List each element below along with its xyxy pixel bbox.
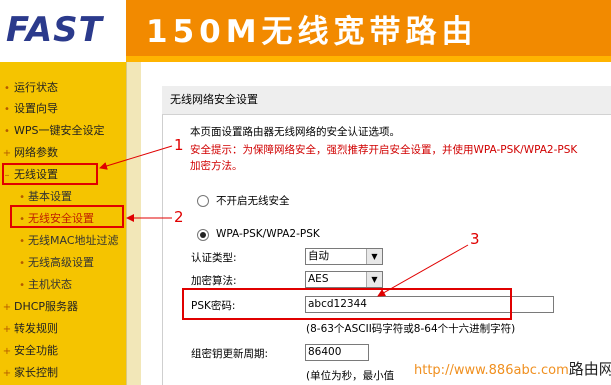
watermark-site: 路由网 <box>568 360 611 378</box>
arrow-1 <box>99 145 173 170</box>
annotation-number-2: 2 <box>174 208 184 226</box>
annotation-arrows <box>99 145 469 297</box>
arrow-3 <box>377 244 469 297</box>
watermark: http://www.886abc.com路由网 <box>414 358 611 379</box>
annotation-number-1: 1 <box>174 136 184 154</box>
annotation-number-3: 3 <box>470 230 480 248</box>
watermark-url: http://www.886abc.com <box>414 363 569 378</box>
